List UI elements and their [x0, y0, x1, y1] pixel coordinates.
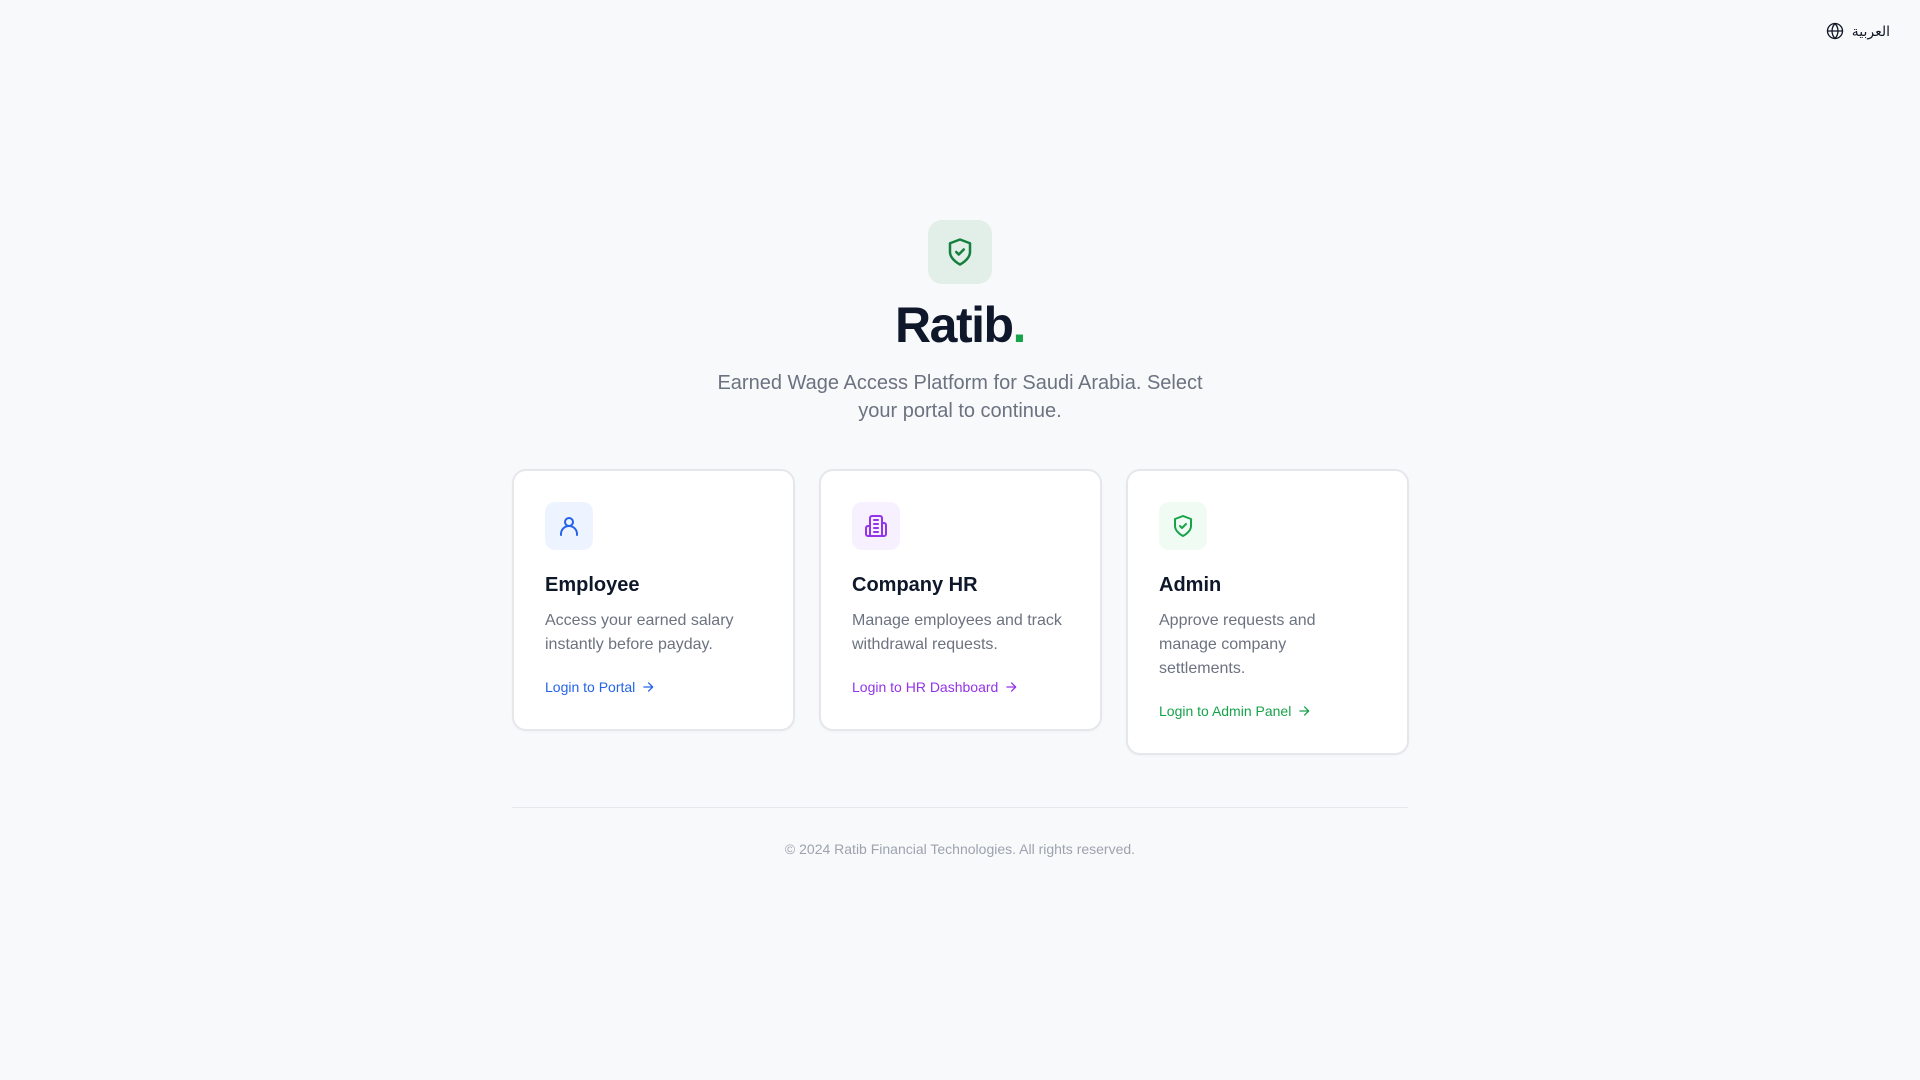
company-hr-card[interactable]: Company HR Manage employees and track wi…: [819, 469, 1102, 731]
card-description: Access your earned salary instantly befo…: [545, 612, 734, 653]
portal-cards: Employee Access your earned salary insta…: [512, 469, 1409, 755]
link-label: Login to Portal: [545, 679, 636, 695]
building-icon: [865, 515, 887, 537]
brand-dot: .: [1012, 297, 1027, 353]
brand-name: Ratib: [895, 297, 1014, 353]
language-switch-label: العربية: [1851, 22, 1890, 39]
arrow-right-icon: [1299, 706, 1310, 716]
language-switch[interactable]: العربية: [1826, 22, 1890, 40]
card-title: Admin: [1159, 574, 1222, 596]
employee-card[interactable]: Employee Access your earned salary insta…: [512, 469, 795, 731]
shield-check-icon: [948, 238, 972, 266]
copyright-text: © 2024 Ratib Financial Technologies. All…: [784, 841, 1136, 857]
arrow-right-icon: [1006, 682, 1017, 692]
globe-icon: [1826, 22, 1843, 40]
card-description: Manage employees and track withdrawal re…: [852, 612, 1062, 653]
employee-icon-badge: [545, 502, 593, 550]
login-hr-dashboard-link[interactable]: Login to HR Dashboard: [852, 679, 1018, 695]
link-label: Login to HR Dashboard: [852, 679, 999, 695]
card-title: Employee: [545, 574, 640, 596]
link-label: Login to Admin Panel: [1159, 703, 1292, 719]
arrow-right-icon: [643, 682, 654, 692]
login-portal-link[interactable]: Login to Portal: [545, 679, 655, 695]
shield-check-icon: [1174, 515, 1192, 537]
tagline: Earned Wage Access Platform for Saudi Ar…: [717, 372, 1203, 422]
brand-title: Ratib.: [895, 297, 1027, 353]
footer-divider: [512, 807, 1408, 808]
admin-card[interactable]: Admin Approve requests and manage compan…: [1126, 469, 1409, 755]
card-description: Approve requests and manage company sett…: [1159, 612, 1316, 677]
user-icon: [560, 517, 578, 536]
hr-icon-badge: [852, 502, 900, 550]
logo-badge: [928, 220, 992, 284]
login-admin-panel-link[interactable]: Login to Admin Panel: [1159, 703, 1311, 719]
hero: Ratib. Earned Wage Access Platform for S…: [0, 220, 1920, 425]
admin-icon-badge: [1159, 502, 1207, 550]
card-title: Company HR: [852, 574, 978, 596]
